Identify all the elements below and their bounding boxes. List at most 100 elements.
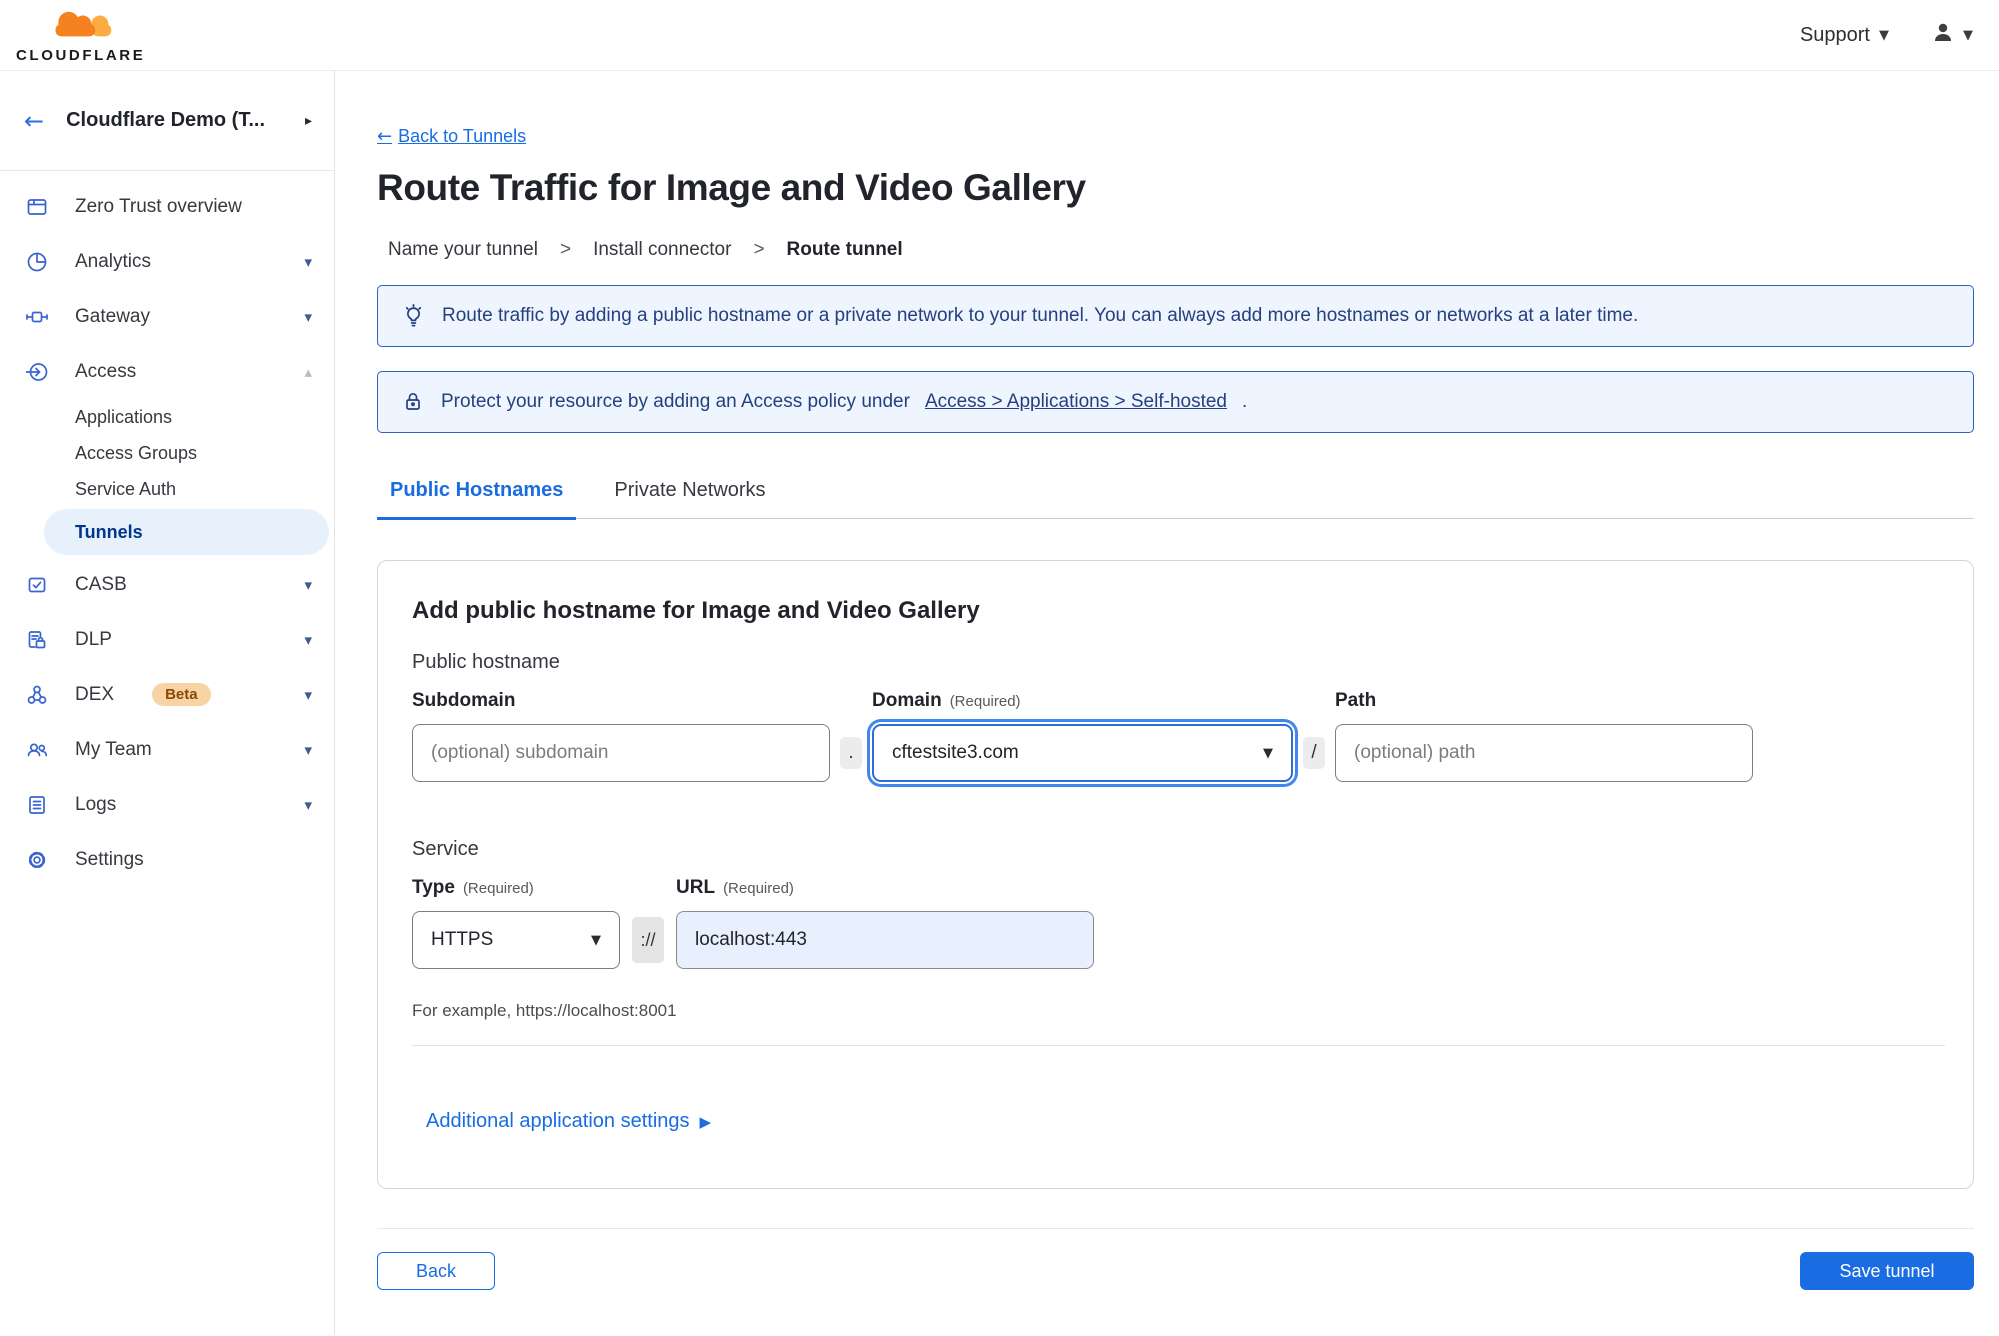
chevron-down-icon: ▾	[304, 575, 312, 594]
save-tunnel-button[interactable]: Save tunnel	[1800, 1252, 1974, 1290]
back-button[interactable]: Back	[377, 1252, 495, 1290]
banner-text-prefix: Protect your resource by adding an Acces…	[441, 391, 910, 412]
page-title: Route Traffic for Image and Video Galler…	[377, 167, 1086, 208]
sidebar-item-dex[interactable]: DEX Beta ▾	[0, 667, 334, 722]
url-required-hint: (Required)	[723, 880, 794, 897]
breadcrumb-separator: >	[559, 239, 572, 260]
dlp-icon	[24, 627, 50, 653]
breadcrumb: Name your tunnel > Install connector > R…	[377, 239, 1974, 261]
analytics-icon	[24, 249, 50, 275]
tab-bar: Public Hostnames Private Networks	[377, 479, 1974, 520]
service-url-input[interactable]	[676, 911, 1094, 969]
overview-icon	[24, 194, 50, 220]
sidebar-item-label: Applications	[75, 406, 173, 427]
type-selected-value: HTTPS	[431, 929, 494, 950]
service-section-label: Service	[412, 838, 479, 860]
sidebar-item-analytics[interactable]: Analytics ▾	[0, 234, 334, 289]
step-name-your-tunnel: Name your tunnel	[388, 239, 538, 260]
user-icon	[1931, 21, 1955, 50]
logs-icon	[24, 792, 50, 818]
access-applications-self-hosted-link[interactable]: Access > Applications > Self-hosted	[925, 391, 1227, 413]
sidebar-collapse-icon[interactable]: ▸	[305, 113, 312, 129]
support-menu[interactable]: Support ▼	[1800, 24, 1889, 47]
url-label: URL	[676, 877, 716, 898]
sidebar-item-label: Settings	[75, 848, 144, 870]
lightbulb-icon	[400, 303, 427, 330]
sidebar-item-label: My Team	[75, 738, 152, 760]
sidebar-item-label: Tunnels	[75, 521, 143, 542]
sidebar-item-service-auth[interactable]: Service Auth	[0, 471, 334, 507]
domain-label: Domain	[872, 690, 942, 711]
account-name[interactable]: Cloudflare Demo (T...	[66, 109, 265, 132]
subdomain-label: Subdomain	[412, 690, 516, 711]
info-banner-access-policy: Protect your resource by adding an Acces…	[377, 371, 1974, 433]
sidebar-item-access[interactable]: Access ▴	[0, 344, 334, 399]
chevron-down-icon: ▾	[304, 630, 312, 649]
sidebar-item-label: Access Groups	[75, 442, 198, 463]
chevron-down-icon: ▾	[304, 740, 312, 759]
banner-text-suffix: .	[1242, 391, 1248, 412]
sidebar-item-casb[interactable]: CASB ▾	[0, 557, 334, 612]
sidebar-account-header: ← Cloudflare Demo (T... ▸	[0, 71, 334, 171]
sidebar-item-label: DLP	[75, 628, 112, 650]
topbar: CLOUDFLARE Support ▼ ▼	[0, 0, 1999, 71]
chevron-down-icon: ▾	[304, 307, 312, 326]
tab-public-hostnames[interactable]: Public Hostnames	[377, 479, 577, 520]
path-input[interactable]	[1335, 724, 1753, 782]
breadcrumb-separator: >	[753, 239, 765, 260]
chevron-down-icon: ▾	[304, 795, 312, 814]
chevron-up-icon: ▴	[304, 362, 312, 381]
casb-icon	[24, 572, 50, 598]
sidebar-item-label: Analytics	[75, 250, 152, 272]
footer-actions: Back Save tunnel	[377, 1252, 1974, 1290]
sidebar-item-my-team[interactable]: My Team ▾	[0, 722, 334, 777]
sidebar-item-tunnels[interactable]: Tunnels	[44, 509, 329, 555]
main-content: ← Back to Tunnels Route Traffic for Imag…	[335, 71, 1999, 1335]
chevron-down-icon: ▼	[1263, 745, 1273, 761]
sidebar-item-zero-trust-overview[interactable]: Zero Trust overview	[0, 179, 334, 234]
sidebar-item-label: Gateway	[75, 305, 150, 327]
step-install-connector: Install connector	[593, 239, 732, 260]
gateway-icon	[24, 304, 50, 330]
slash-separator: /	[1303, 737, 1325, 769]
sidebar-item-settings[interactable]: Settings	[0, 832, 334, 887]
chevron-down-icon: ▾	[304, 252, 312, 271]
access-icon	[24, 359, 50, 385]
back-arrow-icon: ←	[377, 126, 393, 147]
back-arrow-icon[interactable]: ←	[24, 107, 44, 135]
sidebar-item-label: CASB	[75, 573, 127, 595]
dot-separator: .	[840, 737, 862, 769]
cloudflare-logo[interactable]: CLOUDFLARE	[16, 8, 145, 63]
additional-application-settings-toggle[interactable]: Additional application settings ▶	[426, 1110, 711, 1133]
account-caret-icon: ▼	[1963, 27, 1973, 43]
chevron-down-icon: ▾	[304, 685, 312, 704]
domain-required-hint: (Required)	[949, 693, 1021, 710]
domain-selected-value: cftestsite3.com	[892, 742, 1019, 763]
banner-text: Route traffic by adding a public hostnam…	[442, 305, 1639, 326]
beta-badge: Beta	[152, 683, 211, 706]
service-type-select[interactable]: HTTPS ▼	[412, 911, 620, 969]
type-label: Type	[412, 877, 455, 898]
cloudflare-cloud-icon	[38, 8, 124, 46]
back-to-tunnels-link[interactable]: ← Back to Tunnels	[377, 126, 526, 147]
cloudflare-wordmark: CLOUDFLARE	[16, 46, 146, 64]
sidebar-item-gateway[interactable]: Gateway ▾	[0, 289, 334, 344]
support-caret-icon: ▼	[1879, 27, 1889, 43]
type-required-hint: (Required)	[462, 880, 534, 897]
card-divider	[412, 1045, 1945, 1046]
subdomain-input[interactable]	[412, 724, 830, 782]
sidebar: ← Cloudflare Demo (T... ▸ Zero Trust ove…	[0, 71, 335, 1335]
scheme-separator: ://	[632, 917, 664, 963]
sidebar-item-label: Service Auth	[75, 478, 177, 499]
support-label: Support	[1799, 23, 1870, 46]
add-public-hostname-card: Add public hostname for Image and Video …	[377, 560, 1974, 1189]
sidebar-item-access-groups[interactable]: Access Groups	[0, 435, 334, 471]
chevron-down-icon: ▼	[591, 932, 601, 948]
sidebar-item-dlp[interactable]: DLP ▾	[0, 612, 334, 667]
account-menu[interactable]: ▼	[1931, 21, 1973, 50]
domain-select[interactable]: cftestsite3.com ▼	[872, 724, 1293, 782]
back-link-label: Back to Tunnels	[398, 126, 527, 146]
sidebar-item-logs[interactable]: Logs ▾	[0, 777, 334, 832]
sidebar-item-applications[interactable]: Applications	[0, 399, 334, 435]
tab-private-networks[interactable]: Private Networks	[601, 479, 778, 520]
